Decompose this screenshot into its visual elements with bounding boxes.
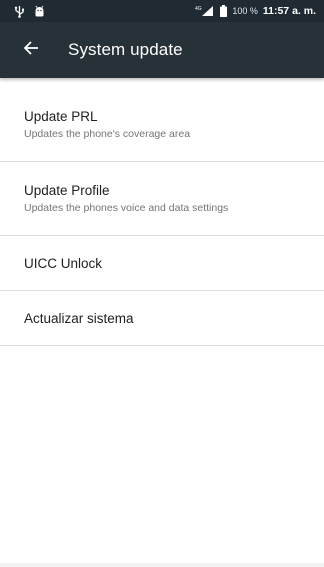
arrow-back-icon — [23, 40, 39, 61]
app-toolbar: System update — [0, 22, 324, 78]
status-system: 4G 100 % 11:57 a. m. — [195, 5, 316, 17]
network-type-label: 4G — [195, 6, 202, 12]
settings-list: Update PRL Updates the phone's coverage … — [0, 88, 324, 346]
usb-icon — [14, 5, 25, 18]
signal-icon: 4G — [195, 5, 215, 17]
clock: 11:57 a. m. — [262, 5, 316, 17]
list-item-title: UICC Unlock — [24, 255, 103, 271]
battery-icon — [220, 5, 228, 17]
android-debug-icon — [34, 5, 45, 17]
list-item-title: Actualizar sistema — [24, 310, 134, 326]
list-item-uicc-unlock[interactable]: UICC Unlock — [0, 236, 324, 291]
list-item-title: Update PRL — [24, 109, 98, 124]
battery-percent: 100 % — [232, 6, 258, 16]
list-item-update-prl[interactable]: Update PRL Updates the phone's coverage … — [0, 88, 324, 162]
list-item-update-profile[interactable]: Update Profile Updates the phones voice … — [0, 162, 324, 236]
list-item-title: Update Profile — [24, 183, 110, 198]
list-item-subtitle: Updates the phone's coverage area — [24, 128, 191, 140]
list-item-subtitle: Updates the phones voice and data settin… — [24, 202, 229, 214]
page-title: System update — [68, 40, 183, 59]
list-item-actualizar-sistema[interactable]: Actualizar sistema — [0, 291, 324, 346]
status-notifications — [14, 5, 45, 18]
screen: 4G 100 % 11:57 a. m. System update Updat… — [0, 0, 324, 567]
back-button[interactable] — [8, 22, 54, 78]
status-bar: 4G 100 % 11:57 a. m. — [0, 0, 324, 22]
bottom-edge — [0, 563, 324, 567]
